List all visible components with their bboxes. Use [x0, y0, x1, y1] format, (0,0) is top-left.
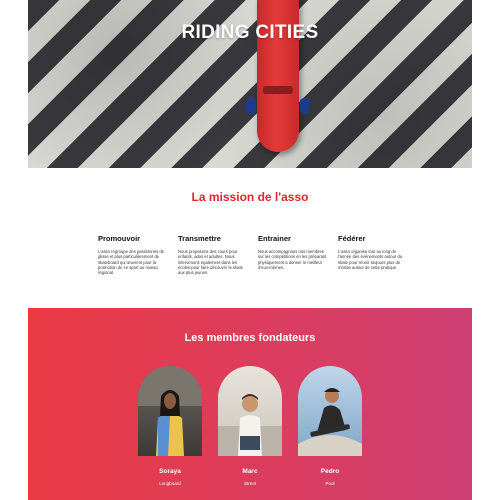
skateboard-wheel-left: [246, 98, 256, 114]
mission-text: L'asso organise tout au long de l'année …: [338, 249, 403, 270]
founders-title: Les membres fondateurs: [184, 332, 316, 344]
member-role: Longboard: [159, 481, 181, 486]
skateboard-truck: [263, 86, 293, 94]
member-card: Soraya Longboard: [138, 366, 202, 486]
mission-heading: Fédérer: [338, 234, 366, 243]
mission-column: Transmettre Nous proposons des cours pou…: [178, 234, 248, 275]
skateboard-wheel-right: [300, 98, 310, 114]
member-card: Marc Street: [218, 366, 282, 486]
person-silhouette-icon: [298, 388, 362, 456]
hero-title: RIDING CITIES: [181, 22, 319, 43]
mission-column: Entrainer Nous accompagnons nos membres …: [258, 234, 328, 275]
member-photo: [138, 366, 202, 456]
member-name: Soraya: [159, 468, 181, 475]
members-list: Soraya Longboard Marc Street Pedro Pool: [138, 366, 362, 486]
founders-section: Les membres fondateurs Soraya Longboard: [28, 308, 472, 500]
mission-text: Nous proposons des cours pour enfants, a…: [178, 249, 243, 276]
member-role: Pool: [325, 481, 335, 486]
mission-text: Nous accompagnons nos membres sur les co…: [258, 249, 327, 270]
hero-banner: RIDING CITIES: [28, 0, 472, 168]
member-photo: [298, 366, 362, 456]
person-silhouette-icon: [218, 394, 282, 456]
mission-columns: Promouvoir L'asso regroupe des passionné…: [98, 234, 408, 275]
mission-column: Fédérer L'asso organise tout au long de …: [338, 234, 408, 275]
mission-column: Promouvoir L'asso regroupe des passionné…: [98, 234, 168, 275]
mission-heading: Transmettre: [178, 234, 221, 243]
member-name: Pedro: [320, 468, 340, 475]
member-photo: [218, 366, 282, 456]
mission-text: L'asso regroupe des passionnés de glisse…: [98, 249, 164, 276]
mission-heading: Promouvoir: [98, 234, 141, 243]
member-role: Street: [243, 481, 256, 486]
mission-title: La mission de l'asso: [191, 190, 309, 204]
member-card: Pedro Pool: [298, 366, 362, 486]
person-silhouette-icon: [138, 366, 202, 456]
member-name: Marc: [242, 468, 258, 475]
mission-heading: Entrainer: [258, 234, 291, 243]
